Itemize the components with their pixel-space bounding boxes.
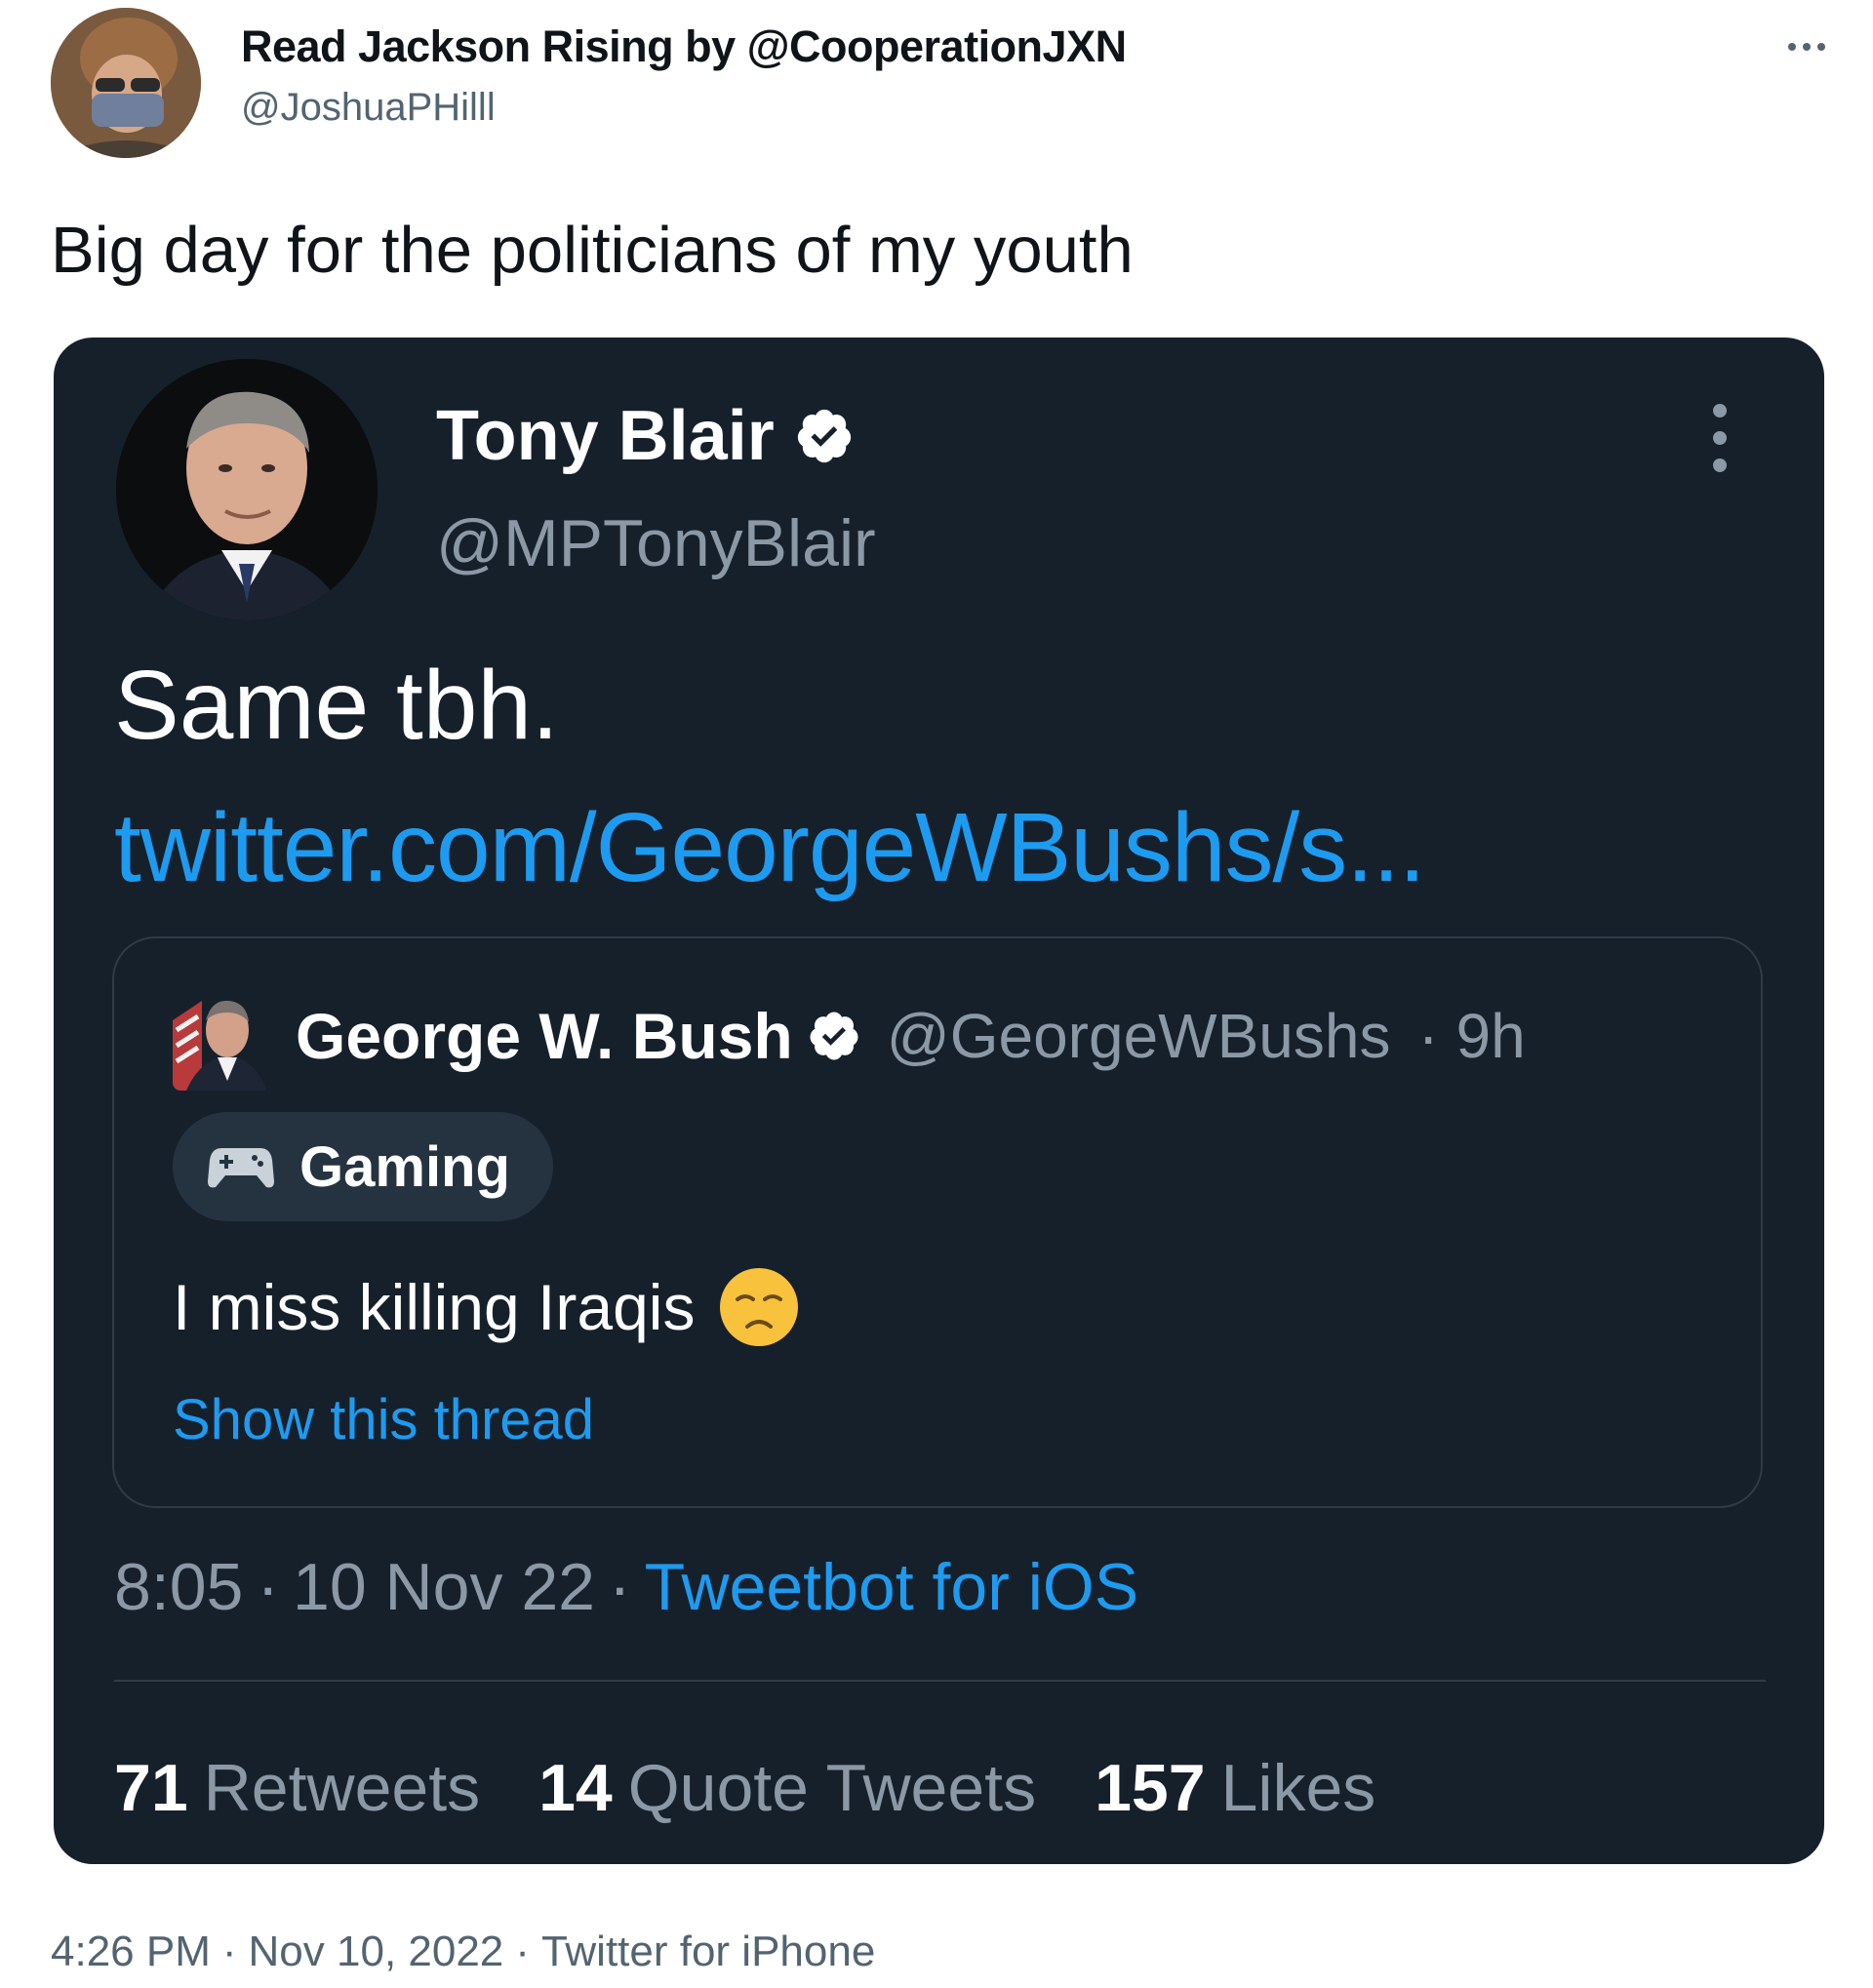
retweets-count: 71: [114, 1751, 188, 1825]
topic-pill[interactable]: Gaming: [173, 1112, 553, 1221]
outer-tweet-text: Big day for the politicians of my youth: [51, 214, 1134, 287]
verified-badge-icon: [797, 409, 851, 463]
blair-tweet-text: Same tbh.: [114, 651, 559, 760]
disappointed-emoji-icon: [720, 1268, 799, 1346]
meta-separator: ·: [257, 1550, 280, 1624]
bush-author-name[interactable]: George W. Bush: [296, 999, 793, 1073]
blair-tweet-meta: 8:05 · 10 Nov 22 · Tweetbot for iOS: [114, 1549, 1138, 1625]
blair-avatar[interactable]: [116, 359, 378, 620]
meta-separator: ·: [515, 1928, 530, 1975]
bush-author-handle[interactable]: @GeorgeWBushs: [887, 1000, 1391, 1072]
verified-badge-icon: [810, 1012, 858, 1060]
bush-tweet-age: · 9h: [1417, 1001, 1526, 1071]
bush-header-row: George W. Bush @GeorgeWBushs · 9h: [296, 999, 1526, 1073]
tweet-stats: 71 Retweets 14 Quote Tweets 157 Likes: [114, 1750, 1375, 1826]
outer-tweet-source: Twitter for iPhone: [540, 1928, 876, 1975]
bush-text-row: I miss killing Iraqis: [173, 1266, 800, 1348]
quote-tweets-count: 14: [538, 1751, 613, 1825]
game-controller-icon: [208, 1148, 274, 1188]
meta-separator: ·: [609, 1550, 631, 1624]
quote-tweets-stat[interactable]: 14 Quote Tweets: [538, 1750, 1036, 1826]
more-options-icon[interactable]: [1777, 27, 1836, 66]
divider: [114, 1680, 1766, 1682]
retweets-label: Retweets: [203, 1751, 481, 1825]
blair-tweet-source[interactable]: Tweetbot for iOS: [645, 1550, 1138, 1624]
bush-avatar[interactable]: [173, 991, 272, 1091]
topic-label: Gaming: [299, 1134, 510, 1199]
blair-tweet-time[interactable]: 8:05: [114, 1550, 243, 1624]
quote-tweets-label: Quote Tweets: [627, 1751, 1037, 1825]
meta-separator: ·: [221, 1928, 237, 1975]
likes-label: Likes: [1220, 1751, 1376, 1825]
likes-count: 157: [1095, 1751, 1206, 1825]
likes-stat[interactable]: 157 Likes: [1095, 1750, 1375, 1826]
outer-tweet-meta: 4:26 PM · Nov 10, 2022 · Twitter for iPhone: [51, 1928, 875, 1976]
more-vertical-icon[interactable]: [1705, 404, 1734, 472]
blair-tweet-date[interactable]: 10 Nov 22: [293, 1550, 595, 1624]
blair-author-handle[interactable]: @MPTonyBlair: [436, 505, 876, 581]
outer-tweet-header: Read Jackson Rising by @CooperationJXN @…: [51, 8, 1836, 164]
outer-author-handle[interactable]: @JoshuaPHilll: [241, 86, 496, 130]
blair-tweet-link[interactable]: twitter.com/GeorgeWBushs/s...: [114, 792, 1426, 904]
blair-author-name[interactable]: Tony Blair: [436, 396, 775, 476]
outer-tweet-date[interactable]: Nov 10, 2022: [249, 1928, 504, 1975]
quoted-tweet-card[interactable]: Tony Blair @MPTonyBlair Same tbh. twitte…: [54, 338, 1824, 1864]
outer-author-name[interactable]: Read Jackson Rising by @CooperationJXN: [241, 21, 1127, 72]
nested-quote-card[interactable]: George W. Bush @GeorgeWBushs · 9h Gaming…: [112, 936, 1763, 1508]
retweets-stat[interactable]: 71 Retweets: [114, 1750, 480, 1826]
outer-tweet-time[interactable]: 4:26 PM: [51, 1928, 211, 1975]
show-thread-link[interactable]: Show this thread: [173, 1387, 594, 1452]
bush-tweet-text: I miss killing Iraqis: [173, 1271, 696, 1343]
blair-name-row: Tony Blair: [436, 396, 855, 476]
outer-author-avatar[interactable]: [51, 8, 201, 158]
